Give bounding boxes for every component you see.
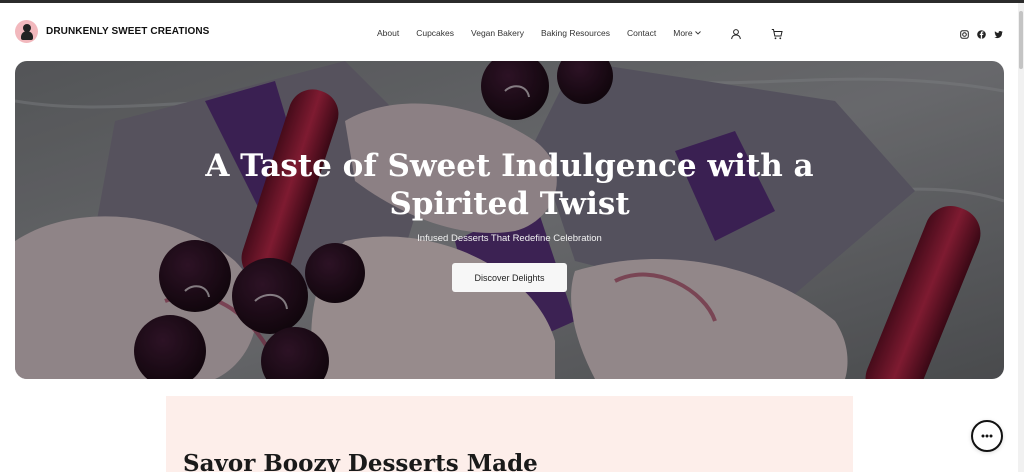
scrollbar-thumb[interactable] [1019, 11, 1023, 69]
facebook-icon[interactable] [977, 30, 986, 39]
site-header: DRUNKENLY SWEET CREATIONS About Cupcakes… [0, 3, 1018, 59]
nav-item-about[interactable]: About [377, 28, 399, 38]
brand-link[interactable]: DRUNKENLY SWEET CREATIONS [15, 20, 209, 43]
chevron-down-icon [694, 31, 701, 35]
nav-item-vegan-bakery[interactable]: Vegan Bakery [471, 28, 524, 38]
hero-banner: A Taste of Sweet Indulgence with a Spiri… [15, 61, 1004, 379]
instagram-icon[interactable] [960, 30, 969, 39]
nav-item-baking-resources[interactable]: Baking Resources [541, 28, 610, 38]
hero-subtitle: Infused Desserts That Redefine Celebrati… [417, 233, 602, 244]
intro-section: Savor Boozy Desserts Made [166, 396, 853, 472]
nav-item-contact[interactable]: Contact [627, 28, 656, 38]
twitter-icon[interactable] [994, 30, 1003, 39]
nav-item-cupcakes[interactable]: Cupcakes [416, 28, 454, 38]
section-title: Savor Boozy Desserts Made [183, 450, 538, 472]
hero-title: A Taste of Sweet Indulgence with a Spiri… [205, 148, 814, 222]
chat-button[interactable] [971, 420, 1003, 452]
scrollbar[interactable] [1018, 3, 1024, 472]
discover-delights-button[interactable]: Discover Delights [452, 263, 567, 292]
brand-name: DRUNKENLY SWEET CREATIONS [46, 26, 210, 37]
brand-logo [15, 20, 38, 43]
nav-item-more[interactable]: More [673, 28, 701, 38]
nav-more-label: More [673, 28, 693, 38]
main-nav: About Cupcakes Vegan Bakery Baking Resou… [377, 28, 718, 38]
chat-bubble-icon [981, 434, 993, 438]
user-icon[interactable] [730, 28, 742, 40]
cart-icon[interactable] [771, 28, 783, 40]
